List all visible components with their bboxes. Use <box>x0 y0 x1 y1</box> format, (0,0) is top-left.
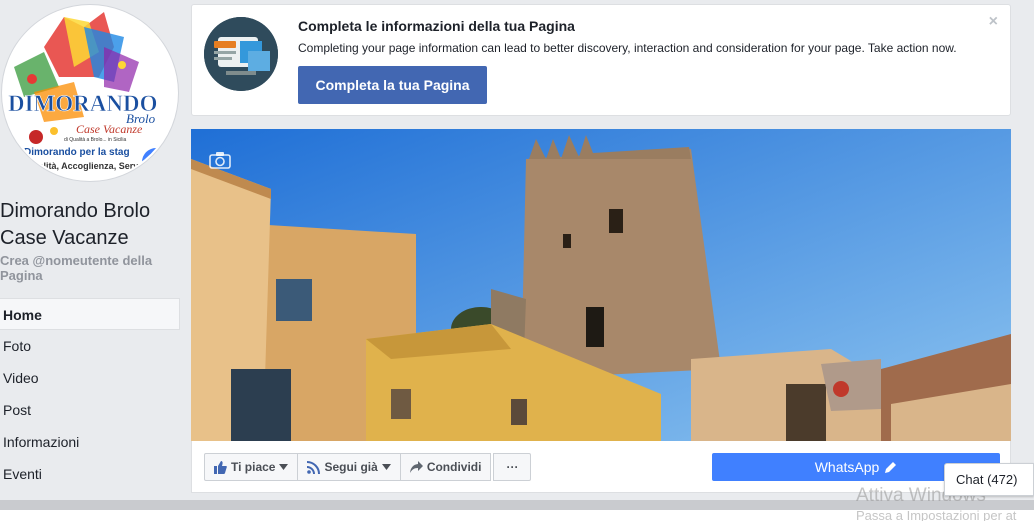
nav-item-eventi[interactable]: Eventi <box>0 458 180 490</box>
add-photo-button[interactable]: + <box>140 146 172 178</box>
svg-text:di Qualità a Brolo... in Sicil: di Qualità a Brolo... in Sicilia <box>64 137 126 143</box>
svg-text:Case Vacanze: Case Vacanze <box>76 122 143 136</box>
windows-activation-hint: Passa a Impostazioni per at <box>856 508 1017 521</box>
follow-label: Segui già <box>324 460 378 474</box>
cover-image <box>191 129 1011 441</box>
follow-button[interactable]: Segui già <box>297 453 401 481</box>
rss-icon <box>307 460 321 474</box>
card-title: Completa le informazioni della tua Pagin… <box>298 18 575 34</box>
profile-picture[interactable]: DIMORANDO Brolo Case Vacanze di Qualità … <box>2 5 178 181</box>
chevron-down-icon <box>279 464 289 470</box>
pencil-icon <box>885 462 897 473</box>
camera-icon[interactable] <box>209 151 231 169</box>
create-username-link[interactable]: Crea @nomeutente della Pagina <box>0 253 180 283</box>
page-info-icon <box>204 17 278 91</box>
left-column: DIMORANDO Brolo Case Vacanze di Qualità … <box>0 0 185 500</box>
share-label: Condividi <box>426 460 482 474</box>
cover-photo[interactable] <box>191 129 1011 441</box>
more-options-button[interactable]: ··· <box>493 453 532 481</box>
like-label: Ti piace <box>231 460 276 474</box>
svg-text:Qualità, Accoglienza, Serv: Qualità, Accoglienza, Serv <box>26 161 138 171</box>
whatsapp-label: WhatsApp <box>814 459 880 475</box>
svg-text:Dimorando per la stag: Dimorando per la stag <box>24 147 130 158</box>
action-buttons: Ti piace Segui già Condividi ··· <box>204 453 532 481</box>
nav-item-post[interactable]: Post <box>0 394 180 426</box>
nav-item-informazioni[interactable]: Informazioni <box>0 426 180 458</box>
nav-item-video[interactable]: Video <box>0 362 180 394</box>
nav-item-home[interactable]: Home <box>0 298 180 330</box>
share-button[interactable]: Condividi <box>399 453 492 481</box>
close-icon[interactable]: × <box>989 13 998 31</box>
chat-tab[interactable]: Chat (472) <box>944 463 1034 496</box>
thumbs-up-icon <box>214 460 227 474</box>
complete-page-button[interactable]: Completa la tua Pagina <box>298 66 487 104</box>
like-button[interactable]: Ti piace <box>204 453 299 481</box>
chevron-down-icon <box>381 464 391 470</box>
complete-page-card: Completa le informazioni della tua Pagin… <box>191 4 1011 116</box>
page-title[interactable]: Dimorando Brolo Case Vacanze <box>0 198 180 252</box>
card-description: Completing your page information can lea… <box>298 41 957 55</box>
nav-item-foto[interactable]: Foto <box>0 330 180 362</box>
plus-icon: + <box>142 148 170 176</box>
page-nav: Home Foto Video Post Informazioni Eventi <box>0 298 180 490</box>
share-arrow-icon <box>409 461 423 473</box>
